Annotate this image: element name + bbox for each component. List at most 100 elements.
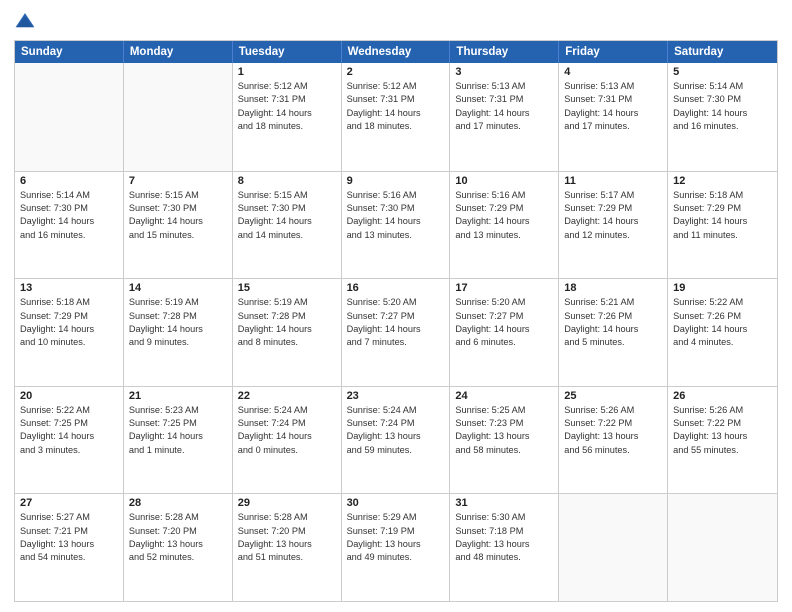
cell-info-line: and 13 minutes.	[455, 229, 553, 242]
cell-info-line: Sunrise: 5:20 AM	[347, 296, 445, 309]
day-number: 12	[673, 175, 772, 187]
cell-info-line: Sunset: 7:28 PM	[238, 310, 336, 323]
cell-info-line: Sunrise: 5:22 AM	[20, 404, 118, 417]
header-day-sunday: Sunday	[15, 41, 124, 63]
cell-info-line: Sunset: 7:31 PM	[347, 93, 445, 106]
cell-info-line: and 5 minutes.	[564, 336, 662, 349]
header-day-thursday: Thursday	[450, 41, 559, 63]
calendar: SundayMondayTuesdayWednesdayThursdayFrid…	[14, 40, 778, 602]
cell-info-line: Daylight: 14 hours	[238, 215, 336, 228]
cell-info-line: Daylight: 14 hours	[455, 215, 553, 228]
cell-info-line: Sunrise: 5:24 AM	[238, 404, 336, 417]
cell-info-line: Daylight: 14 hours	[238, 107, 336, 120]
cell-info-line: Sunrise: 5:23 AM	[129, 404, 227, 417]
header	[14, 10, 778, 32]
cell-info-line: Daylight: 14 hours	[455, 323, 553, 336]
cell-info-line: Sunset: 7:20 PM	[129, 525, 227, 538]
day-number: 8	[238, 175, 336, 187]
day-number: 9	[347, 175, 445, 187]
cell-info-line: Sunset: 7:29 PM	[564, 202, 662, 215]
cell-info-line: Daylight: 13 hours	[20, 538, 118, 551]
cell-info-line: Sunset: 7:30 PM	[673, 93, 772, 106]
calendar-cell: 1Sunrise: 5:12 AMSunset: 7:31 PMDaylight…	[233, 63, 342, 171]
day-number: 7	[129, 175, 227, 187]
day-number: 11	[564, 175, 662, 187]
cell-info-line: Sunrise: 5:15 AM	[129, 189, 227, 202]
calendar-row-2: 6Sunrise: 5:14 AMSunset: 7:30 PMDaylight…	[15, 171, 777, 279]
cell-info-line: Sunrise: 5:14 AM	[673, 80, 772, 93]
day-number: 20	[20, 390, 118, 402]
cell-info-line: Sunset: 7:29 PM	[673, 202, 772, 215]
cell-info-line: Sunset: 7:27 PM	[347, 310, 445, 323]
day-number: 10	[455, 175, 553, 187]
cell-info-line: Daylight: 14 hours	[347, 215, 445, 228]
cell-info-line: Sunrise: 5:26 AM	[564, 404, 662, 417]
cell-info-line: and 52 minutes.	[129, 551, 227, 564]
cell-info-line: Sunrise: 5:18 AM	[20, 296, 118, 309]
calendar-cell: 17Sunrise: 5:20 AMSunset: 7:27 PMDayligh…	[450, 279, 559, 386]
calendar-cell: 10Sunrise: 5:16 AMSunset: 7:29 PMDayligh…	[450, 172, 559, 279]
cell-info-line: and 17 minutes.	[564, 120, 662, 133]
day-number: 18	[564, 282, 662, 294]
header-day-tuesday: Tuesday	[233, 41, 342, 63]
cell-info-line: Sunrise: 5:25 AM	[455, 404, 553, 417]
cell-info-line: Daylight: 14 hours	[238, 430, 336, 443]
cell-info-line: Daylight: 14 hours	[20, 215, 118, 228]
cell-info-line: Daylight: 13 hours	[238, 538, 336, 551]
cell-info-line: Sunset: 7:26 PM	[673, 310, 772, 323]
cell-info-line: Daylight: 13 hours	[347, 538, 445, 551]
day-number: 27	[20, 497, 118, 509]
cell-info-line: Sunrise: 5:29 AM	[347, 511, 445, 524]
cell-info-line: and 58 minutes.	[455, 444, 553, 457]
cell-info-line: Sunset: 7:23 PM	[455, 417, 553, 430]
cell-info-line: and 7 minutes.	[347, 336, 445, 349]
cell-info-line: and 4 minutes.	[673, 336, 772, 349]
cell-info-line: Sunset: 7:24 PM	[347, 417, 445, 430]
cell-info-line: Sunset: 7:22 PM	[673, 417, 772, 430]
calendar-cell: 23Sunrise: 5:24 AMSunset: 7:24 PMDayligh…	[342, 387, 451, 494]
cell-info-line: Sunset: 7:30 PM	[238, 202, 336, 215]
calendar-cell: 8 Sunrise: 5:15 AMSunset: 7:30 PMDaylight…	[233, 172, 342, 279]
calendar-cell: 30Sunrise: 5:29 AMSunset: 7:19 PMDayligh…	[342, 494, 451, 601]
cell-info-line: Sunset: 7:27 PM	[455, 310, 553, 323]
calendar-row-1: 1Sunrise: 5:12 AMSunset: 7:31 PMDaylight…	[15, 63, 777, 171]
cell-info-line: Sunrise: 5:27 AM	[20, 511, 118, 524]
cell-info-line: Sunrise: 5:28 AM	[129, 511, 227, 524]
cell-info-line: Sunset: 7:30 PM	[129, 202, 227, 215]
cell-info-line: Sunset: 7:25 PM	[129, 417, 227, 430]
calendar-cell: 27Sunrise: 5:27 AMSunset: 7:21 PMDayligh…	[15, 494, 124, 601]
calendar-cell: 7Sunrise: 5:15 AMSunset: 7:30 PMDaylight…	[124, 172, 233, 279]
cell-info-line: Daylight: 13 hours	[129, 538, 227, 551]
calendar-row-5: 27Sunrise: 5:27 AMSunset: 7:21 PMDayligh…	[15, 493, 777, 601]
header-day-monday: Monday	[124, 41, 233, 63]
cell-info-line: and 18 minutes.	[347, 120, 445, 133]
day-number: 22	[238, 390, 336, 402]
cell-info-line: Sunset: 7:24 PM	[238, 417, 336, 430]
cell-info-line: Sunset: 7:31 PM	[238, 93, 336, 106]
cell-info-line: and 15 minutes.	[129, 229, 227, 242]
calendar-cell	[559, 494, 668, 601]
cell-info-line: and 17 minutes.	[455, 120, 553, 133]
cell-info-line: Sunrise: 5:21 AM	[564, 296, 662, 309]
cell-info-line: Daylight: 14 hours	[238, 323, 336, 336]
cell-info-line: and 48 minutes.	[455, 551, 553, 564]
cell-info-line: Sunrise: 5:30 AM	[455, 511, 553, 524]
day-number: 21	[129, 390, 227, 402]
cell-info-line: and 1 minute.	[129, 444, 227, 457]
cell-info-line: and 3 minutes.	[20, 444, 118, 457]
cell-info-line: Sunrise: 5:14 AM	[20, 189, 118, 202]
calendar-cell: 29Sunrise: 5:28 AMSunset: 7:20 PMDayligh…	[233, 494, 342, 601]
cell-info-line: and 9 minutes.	[129, 336, 227, 349]
cell-info-line: Sunrise: 5:19 AM	[238, 296, 336, 309]
cell-info-line: Daylight: 13 hours	[347, 430, 445, 443]
day-number: 1	[238, 66, 336, 78]
cell-info-line: Sunrise: 5:19 AM	[129, 296, 227, 309]
calendar-cell: 24Sunrise: 5:25 AMSunset: 7:23 PMDayligh…	[450, 387, 559, 494]
cell-info-line: Sunrise: 5:15 AM	[238, 189, 336, 202]
calendar-cell: 21Sunrise: 5:23 AMSunset: 7:25 PMDayligh…	[124, 387, 233, 494]
calendar-cell: 19Sunrise: 5:22 AMSunset: 7:26 PMDayligh…	[668, 279, 777, 386]
cell-info-line: Sunrise: 5:22 AM	[673, 296, 772, 309]
logo-icon	[14, 10, 36, 32]
cell-info-line: and 6 minutes.	[455, 336, 553, 349]
cell-info-line: Daylight: 14 hours	[673, 215, 772, 228]
